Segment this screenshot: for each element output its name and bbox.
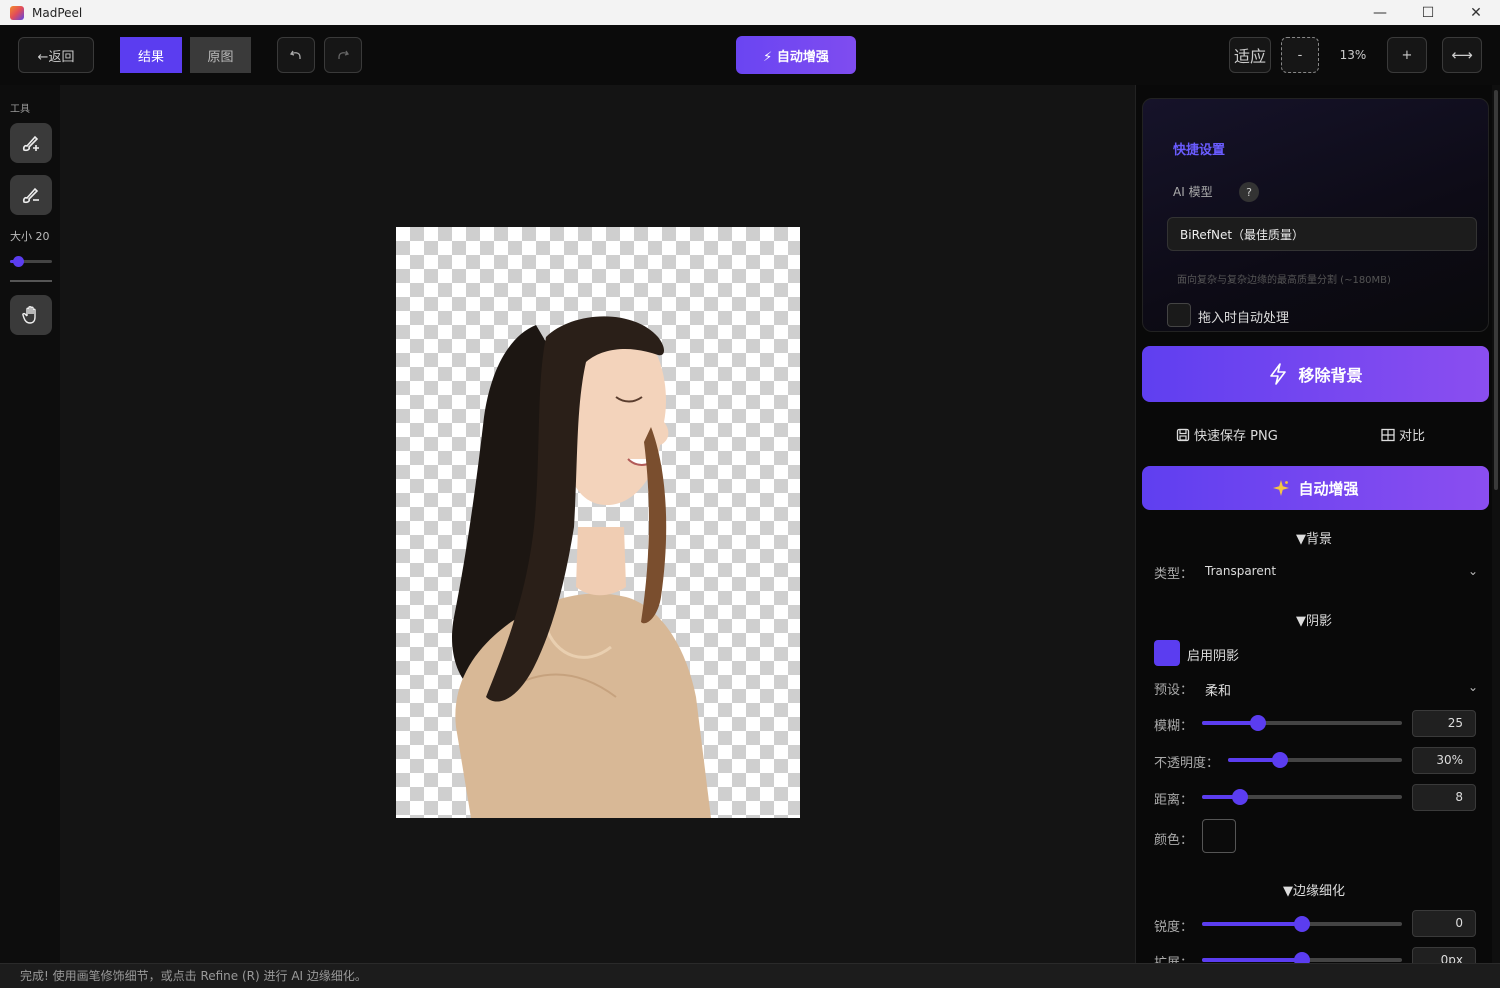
undo-icon [289,50,301,59]
hand-tool-button[interactable] [10,295,52,335]
compare-label: 对比 [1399,429,1426,444]
distance-label: 距离： [1154,793,1194,808]
sharpness-label: 锐度： [1154,920,1194,935]
canvas-area[interactable] [60,85,1135,963]
restore-brush-button[interactable] [10,123,52,163]
expand-slider[interactable] [1202,952,1402,963]
maximize-button[interactable]: ☐ [1404,0,1452,25]
auto-enhance-top-button[interactable]: ⚡ 自动增强 [736,36,856,74]
brush-size-thumb[interactable] [13,256,24,267]
result-tab[interactable]: 结果 [120,37,182,73]
expand-slider-fill [1202,958,1302,962]
remove-background-label: 移除背景 [1298,366,1363,385]
expand-value-input[interactable]: 0px [1412,947,1476,963]
subject-cutout [451,316,711,818]
enable-shadow-checkbox[interactable] [1154,640,1180,666]
background-type-select[interactable]: Transparent [1205,564,1276,578]
compare-button[interactable]: 对比 [1381,425,1425,444]
shadow-preset-label: 预设： [1154,683,1194,698]
blur-slider[interactable] [1202,715,1402,731]
edge-refine-section-title[interactable]: ▼边缘细化 [1283,880,1345,899]
quick-save-png-button[interactable]: 快速保存 PNG [1176,425,1278,444]
shadow-section-title[interactable]: ▼阴影 [1296,610,1332,629]
blur-value-input[interactable]: 25 [1412,710,1476,737]
app-logo-icon [10,5,24,20]
chevron-down-icon[interactable]: ⌄ [1468,680,1478,694]
undo-button[interactable] [277,37,315,73]
auto-process-checkbox[interactable] [1167,303,1191,327]
brush-minus-icon [22,187,39,204]
brush-size-label: 大小 20 [10,230,50,243]
auto-process-label: 拖入时自动处理 [1198,311,1290,326]
minimize-button[interactable]: — [1356,0,1404,25]
brush-size-slider[interactable] [10,256,52,267]
sharpness-slider-fill [1202,922,1302,926]
distance-slider[interactable] [1202,789,1402,805]
shadow-color-swatch[interactable] [1202,819,1236,853]
opacity-value-input[interactable]: 30% [1412,747,1476,774]
sparkle-icon [1273,480,1290,496]
distance-slider-thumb[interactable] [1232,789,1248,805]
redo-icon [338,50,350,59]
tools-label: 工具 [10,104,30,115]
title-bar: MadPeel — ☐ ✕ [0,0,1500,25]
sharpness-slider-thumb[interactable] [1294,916,1310,932]
ai-model-select[interactable]: BiRefNet（最佳质量） [1167,217,1477,251]
top-toolbar: ←返回 结果 原图 ⚡ 自动增强 适应 - 13% + ⟷ [0,25,1500,85]
auto-enhance-button[interactable]: 自动增强 [1142,466,1489,510]
expand-slider-thumb[interactable] [1294,952,1310,963]
help-icon[interactable]: ? [1239,182,1259,202]
blur-label: 模糊： [1154,719,1194,734]
opacity-slider[interactable] [1228,752,1402,768]
result-image[interactable] [396,227,800,818]
ai-model-label: AI 模型 [1173,185,1213,199]
fit-width-button[interactable]: ⟷ [1442,37,1482,73]
tool-divider [10,280,52,282]
app-title: MadPeel [32,5,83,20]
erase-brush-button[interactable] [10,175,52,215]
back-button[interactable]: ←返回 [18,37,94,73]
hand-icon [22,306,36,324]
save-icon [1176,428,1190,441]
left-toolbar: 工具 大小 20 [0,85,60,963]
shadow-preset-select[interactable]: 柔和 [1205,680,1231,699]
sharpness-slider[interactable] [1202,916,1402,932]
compare-grid-icon [1381,428,1395,441]
shadow-color-label: 颜色： [1154,833,1194,848]
enable-shadow-label: 启用阴影 [1187,649,1240,664]
settings-panel: 快捷设置 AI 模型 ? BiRefNet（最佳质量） 面向复杂与复杂边缘的最高… [1135,85,1500,963]
original-tab[interactable]: 原图 [190,37,251,73]
close-button[interactable]: ✕ [1452,0,1500,25]
quick-settings-card: 快捷设置 AI 模型 ? BiRefNet（最佳质量） 面向复杂与复杂边缘的最高… [1142,98,1489,332]
opacity-label: 不透明度： [1154,756,1220,771]
window-controls: — ☐ ✕ [1356,0,1500,25]
zoom-out-button[interactable]: - [1281,37,1319,73]
status-bar: 完成! 使用画笔修饰细节，或点击 Refine (R) 进行 AI 边缘细化。 [0,963,1500,988]
expand-label: 扩展： [1154,952,1193,963]
brush-plus-icon [22,135,39,152]
sharpness-value-input[interactable]: 0 [1412,910,1476,937]
redo-button[interactable] [324,37,362,73]
remove-background-button[interactable]: 移除背景 [1142,346,1489,402]
fit-button[interactable]: 适应 [1229,37,1271,73]
background-section-title[interactable]: ▼背景 [1296,528,1332,547]
zoom-value: 13% [1339,48,1367,62]
zoom-in-button[interactable]: + [1387,37,1427,73]
quick-save-label: 快速保存 PNG [1194,429,1278,444]
quick-settings-title: 快捷设置 [1173,143,1226,158]
opacity-slider-thumb[interactable] [1272,752,1288,768]
model-description: 面向复杂与复杂边缘的最高质量分割 (~180MB) [1177,275,1391,286]
auto-enhance-label: 自动增强 [1298,479,1359,498]
background-type-label: 类型： [1154,567,1194,582]
chevron-down-icon[interactable]: ⌄ [1468,564,1478,578]
panel-scrollbar-thumb[interactable] [1494,90,1498,490]
distance-value-input[interactable]: 8 [1412,784,1476,811]
blur-slider-thumb[interactable] [1250,715,1266,731]
lightning-icon [1270,363,1287,385]
